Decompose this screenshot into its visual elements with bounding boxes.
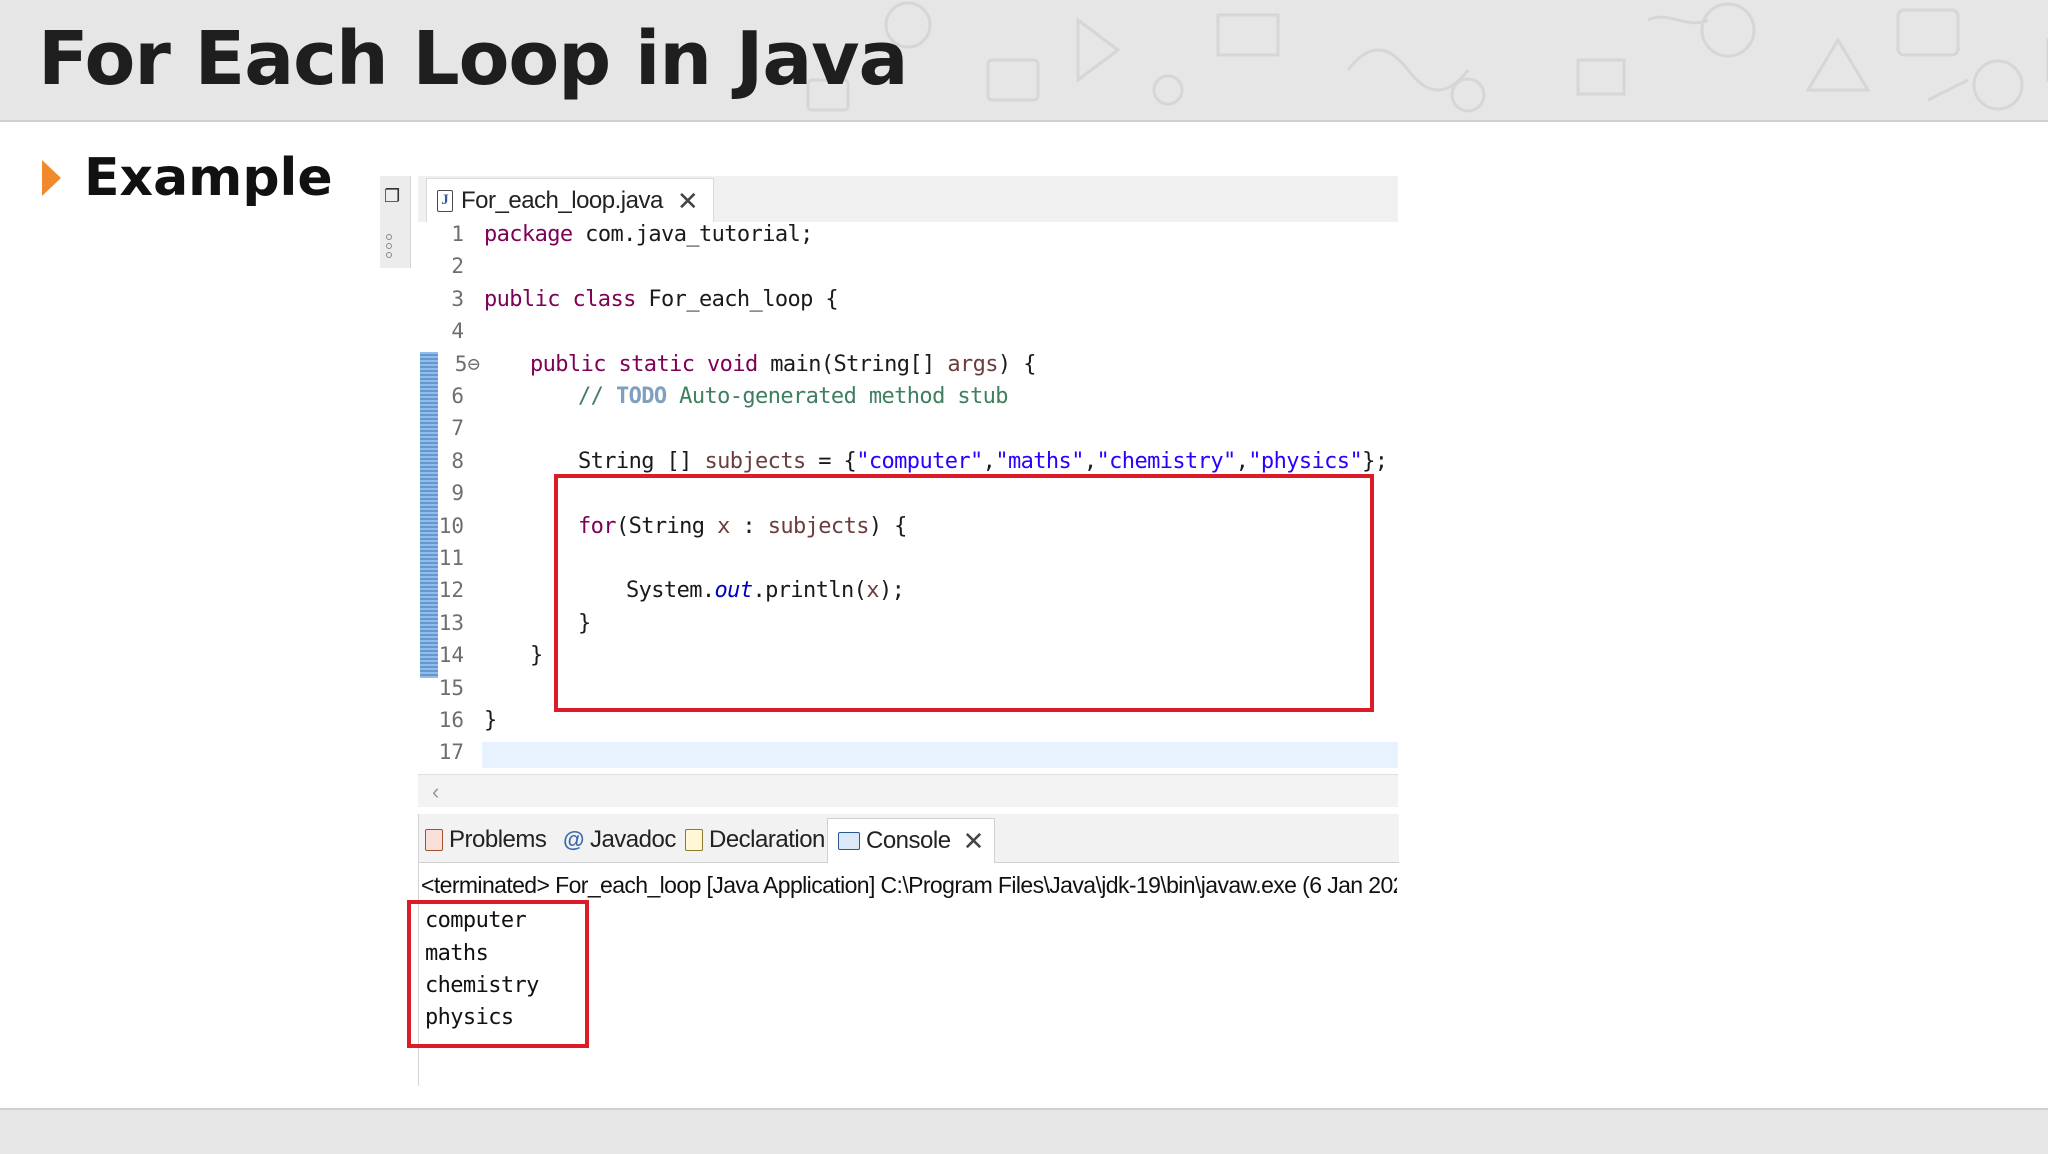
code-line-6: // TODO Auto-generated method stub: [578, 384, 1009, 409]
line-number: 15: [438, 676, 464, 700]
horizontal-scrollbar[interactable]: ‹: [418, 774, 1398, 807]
code-keyword: public class: [484, 287, 636, 312]
code-text: = {: [805, 449, 857, 474]
console-icon: [838, 832, 860, 850]
code-line-8: String [] subjects = {"computer","maths"…: [578, 449, 1388, 474]
tab-javadoc-label: Javadoc: [589, 826, 676, 853]
code-text: ,: [1083, 449, 1097, 474]
output-highlight-box: [407, 900, 589, 1048]
code-string: "maths": [995, 449, 1084, 474]
code-line-14: }: [530, 643, 543, 668]
problems-icon: [425, 829, 443, 851]
code-string: "chemistry": [1096, 449, 1237, 474]
code-comment: Auto-generated method stub: [666, 384, 1008, 409]
code-text: String []: [578, 449, 705, 474]
line-number: 6: [451, 384, 464, 408]
code-string: "computer": [856, 449, 983, 474]
code-editor[interactable]: 1 2 3 4 5⊖ 6 7 8 9 10 11 12 13 14 15 16 …: [418, 222, 1398, 782]
code-variable: args: [947, 352, 998, 377]
ide-screenshot: ❐ J For_each_loop.java ✕ 1 2 3 4 5⊖ 6 7 …: [380, 176, 1399, 1086]
code-line-1: package com.java_tutorial;: [484, 222, 813, 247]
line-number: 4: [451, 319, 464, 343]
code-text: ,: [1235, 449, 1249, 474]
tab-console[interactable]: Console ✕: [827, 818, 995, 863]
javadoc-icon: @: [563, 827, 584, 852]
editor-tab-label: For_each_loop.java: [461, 186, 663, 214]
code-line-3: public class For_each_loop {: [484, 287, 839, 312]
tab-javadoc[interactable]: @ Javadoc: [563, 820, 676, 860]
console-status-line: <terminated> For_each_loop [Java Applica…: [421, 872, 1397, 898]
line-number: 10: [438, 514, 464, 538]
line-number: 13: [438, 611, 464, 635]
code-keyword: public static void: [530, 352, 758, 377]
bullet-arrow-icon: [42, 160, 61, 196]
tab-problems[interactable]: Problems: [425, 820, 547, 860]
code-string: "physics": [1248, 449, 1363, 474]
code-todo-tag: TODO: [615, 384, 667, 409]
current-line-highlight: [482, 742, 1398, 768]
line-number: 7: [451, 416, 464, 440]
line-number: 2: [451, 254, 464, 278]
line-number: 3: [451, 287, 464, 311]
tab-problems-label: Problems: [449, 826, 547, 853]
package-explorer-strip: ❐: [380, 176, 411, 268]
code-text: };: [1362, 449, 1388, 474]
line-number: 16: [438, 708, 464, 732]
code-highlight-box: [554, 474, 1374, 712]
editor-tab-for-each-loop[interactable]: J For_each_loop.java ✕: [426, 178, 714, 222]
close-icon[interactable]: ✕: [677, 188, 699, 214]
declaration-icon: [685, 829, 703, 851]
more-icon[interactable]: [386, 234, 392, 261]
tab-declaration[interactable]: Declaration: [685, 820, 825, 860]
code-text: ) {: [997, 352, 1037, 377]
java-file-icon: J: [437, 189, 453, 212]
tab-declaration-label: Declaration: [709, 826, 825, 853]
line-number: 5⊖: [454, 352, 480, 376]
line-number: 8: [451, 449, 464, 473]
slide-header: For Each Loop in Java: [0, 0, 2048, 122]
tab-console-label: Console: [866, 827, 951, 854]
line-number: 11: [438, 546, 464, 570]
line-number: 12: [438, 578, 464, 602]
code-keyword: package: [484, 222, 573, 247]
scroll-left-icon[interactable]: ‹: [432, 779, 439, 805]
page-title: For Each Loop in Java: [38, 16, 908, 102]
console-panel: Problems @ Javadoc Declaration Console ✕…: [407, 814, 1399, 1086]
change-ruler: [420, 352, 438, 678]
code-line-5: public static void main(String[] args) {: [530, 352, 1036, 377]
code-variable: subjects: [704, 449, 806, 474]
line-number: 9: [451, 481, 464, 505]
code-comment: //: [578, 384, 616, 409]
bullet-example-heading: Example: [84, 148, 333, 208]
slide-footer: [0, 1108, 2048, 1154]
code-text: For_each_loop {: [635, 287, 839, 312]
line-number: 17: [438, 740, 464, 764]
background-doodles-icon: [806, 1, 2048, 113]
code-line-16: }: [484, 708, 497, 733]
code-text: main(String[]: [757, 352, 948, 377]
restore-icon[interactable]: ❐: [384, 186, 400, 207]
line-number: 1: [451, 222, 464, 246]
code-text: ,: [982, 449, 996, 474]
line-number: 14: [438, 643, 464, 667]
code-text: com.java_tutorial;: [572, 222, 813, 247]
view-tabbar: Problems @ Javadoc Declaration Console ✕: [419, 814, 1399, 863]
close-icon[interactable]: ✕: [963, 828, 985, 854]
editor-tabbar: J For_each_loop.java ✕: [418, 176, 1398, 223]
